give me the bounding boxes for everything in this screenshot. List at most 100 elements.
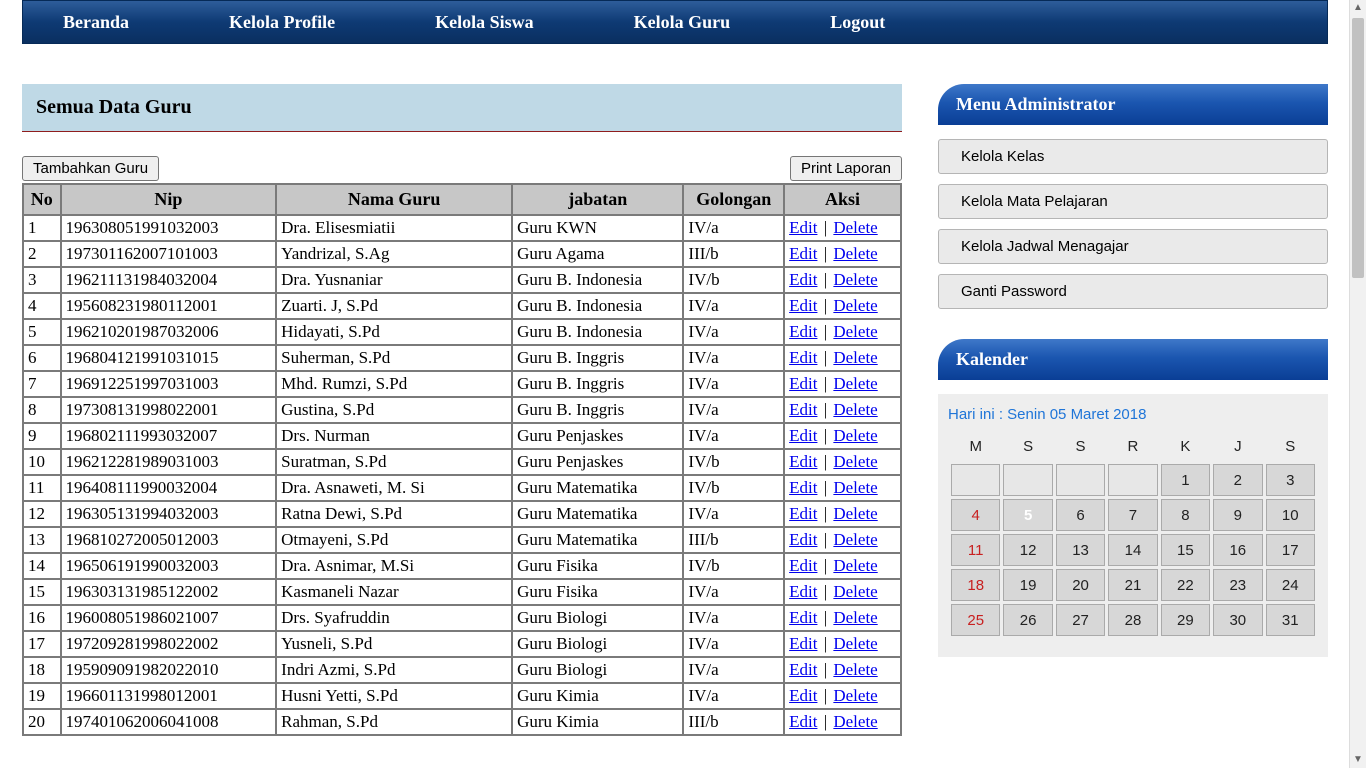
edit-link[interactable]: Edit	[789, 582, 817, 601]
edit-link[interactable]: Edit	[789, 322, 817, 341]
table-cell: Dra. Asnaweti, M. Si	[276, 475, 512, 501]
edit-link[interactable]: Edit	[789, 426, 817, 445]
table-row: 2197301162007101003Yandrizal, S.AgGuru A…	[23, 241, 901, 267]
delete-link[interactable]: Delete	[833, 348, 877, 367]
nav-logout[interactable]: Logout	[830, 12, 885, 33]
delete-link[interactable]: Delete	[833, 452, 877, 471]
menu-item-1[interactable]: Kelola Mata Pelajaran	[938, 184, 1328, 219]
calendar-day[interactable]: 9	[1213, 499, 1262, 531]
page-scrollbar[interactable]: ▲ ▼	[1349, 0, 1366, 768]
calendar-day[interactable]: 26	[1003, 604, 1052, 636]
nav-beranda[interactable]: Beranda	[63, 12, 129, 33]
edit-link[interactable]: Edit	[789, 634, 817, 653]
delete-link[interactable]: Delete	[833, 504, 877, 523]
table-cell: 9	[23, 423, 61, 449]
edit-link[interactable]: Edit	[789, 608, 817, 627]
table-cell: 196211131984032004	[61, 267, 277, 293]
calendar-day[interactable]: 27	[1056, 604, 1105, 636]
edit-link[interactable]: Edit	[789, 712, 817, 731]
aksi-cell: Edit | Delete	[784, 397, 901, 423]
calendar-day[interactable]: 28	[1108, 604, 1157, 636]
calendar-day[interactable]: 30	[1213, 604, 1262, 636]
delete-link[interactable]: Delete	[833, 608, 877, 627]
edit-link[interactable]: Edit	[789, 660, 817, 679]
edit-link[interactable]: Edit	[789, 530, 817, 549]
calendar-day[interactable]: 3	[1266, 464, 1315, 496]
calendar-day[interactable]: 5	[1003, 499, 1052, 531]
table-cell: Drs. Nurman	[276, 423, 512, 449]
menu-item-3[interactable]: Ganti Password	[938, 274, 1328, 309]
table-cell: 196810272005012003	[61, 527, 277, 553]
delete-link[interactable]: Delete	[833, 634, 877, 653]
edit-link[interactable]: Edit	[789, 218, 817, 237]
delete-link[interactable]: Delete	[833, 400, 877, 419]
calendar-day[interactable]: 7	[1108, 499, 1157, 531]
calendar-day[interactable]: 25	[951, 604, 1000, 636]
calendar-day[interactable]: 6	[1056, 499, 1105, 531]
delete-link[interactable]: Delete	[833, 686, 877, 705]
add-guru-button[interactable]: Tambahkan Guru	[22, 156, 159, 181]
nav-kelola-profile[interactable]: Kelola Profile	[229, 12, 335, 33]
edit-link[interactable]: Edit	[789, 478, 817, 497]
calendar-day[interactable]: 16	[1213, 534, 1262, 566]
delete-link[interactable]: Delete	[833, 712, 877, 731]
calendar-day[interactable]: 24	[1266, 569, 1315, 601]
calendar-day[interactable]: 14	[1108, 534, 1157, 566]
edit-link[interactable]: Edit	[789, 244, 817, 263]
calendar-day[interactable]: 21	[1108, 569, 1157, 601]
calendar-day[interactable]: 23	[1213, 569, 1262, 601]
table-cell: 3	[23, 267, 61, 293]
delete-link[interactable]: Delete	[833, 582, 877, 601]
edit-link[interactable]: Edit	[789, 296, 817, 315]
delete-link[interactable]: Delete	[833, 426, 877, 445]
table-cell: Dra. Elisesmiatii	[276, 215, 512, 241]
delete-link[interactable]: Delete	[833, 218, 877, 237]
calendar-day[interactable]: 18	[951, 569, 1000, 601]
calendar-day[interactable]: 2	[1213, 464, 1262, 496]
delete-link[interactable]: Delete	[833, 270, 877, 289]
menu-item-0[interactable]: Kelola Kelas	[938, 139, 1328, 174]
menu-item-2[interactable]: Kelola Jadwal Menagajar	[938, 229, 1328, 264]
calendar-day[interactable]: 10	[1266, 499, 1315, 531]
calendar-day[interactable]: 20	[1056, 569, 1105, 601]
calendar-day[interactable]: 1	[1161, 464, 1210, 496]
edit-link[interactable]: Edit	[789, 374, 817, 393]
calendar-day	[1003, 464, 1052, 496]
table-cell: Indri Azmi, S.Pd	[276, 657, 512, 683]
edit-link[interactable]: Edit	[789, 400, 817, 419]
aksi-cell: Edit | Delete	[784, 553, 901, 579]
edit-link[interactable]: Edit	[789, 556, 817, 575]
calendar-day[interactable]: 4	[951, 499, 1000, 531]
calendar-day[interactable]: 31	[1266, 604, 1315, 636]
calendar-day[interactable]: 11	[951, 534, 1000, 566]
table-cell: Kasmaneli Nazar	[276, 579, 512, 605]
delete-link[interactable]: Delete	[833, 530, 877, 549]
calendar-day[interactable]: 19	[1003, 569, 1052, 601]
delete-link[interactable]: Delete	[833, 556, 877, 575]
edit-link[interactable]: Edit	[789, 348, 817, 367]
delete-link[interactable]: Delete	[833, 660, 877, 679]
nav-kelola-siswa[interactable]: Kelola Siswa	[435, 12, 534, 33]
calendar-day[interactable]: 13	[1056, 534, 1105, 566]
calendar-day[interactable]: 22	[1161, 569, 1210, 601]
delete-link[interactable]: Delete	[833, 244, 877, 263]
scroll-thumb[interactable]	[1352, 18, 1364, 278]
delete-link[interactable]: Delete	[833, 478, 877, 497]
table-cell: 196212281989031003	[61, 449, 277, 475]
calendar-day[interactable]: 29	[1161, 604, 1210, 636]
print-laporan-button[interactable]: Print Laporan	[790, 156, 902, 181]
delete-link[interactable]: Delete	[833, 296, 877, 315]
scroll-down-arrow[interactable]: ▼	[1350, 752, 1366, 768]
calendar-day[interactable]: 17	[1266, 534, 1315, 566]
edit-link[interactable]: Edit	[789, 504, 817, 523]
nav-kelola-guru[interactable]: Kelola Guru	[634, 12, 731, 33]
calendar-day[interactable]: 15	[1161, 534, 1210, 566]
edit-link[interactable]: Edit	[789, 270, 817, 289]
delete-link[interactable]: Delete	[833, 374, 877, 393]
edit-link[interactable]: Edit	[789, 452, 817, 471]
calendar-day[interactable]: 8	[1161, 499, 1210, 531]
calendar-day[interactable]: 12	[1003, 534, 1052, 566]
delete-link[interactable]: Delete	[833, 322, 877, 341]
scroll-up-arrow[interactable]: ▲	[1350, 0, 1366, 16]
edit-link[interactable]: Edit	[789, 686, 817, 705]
